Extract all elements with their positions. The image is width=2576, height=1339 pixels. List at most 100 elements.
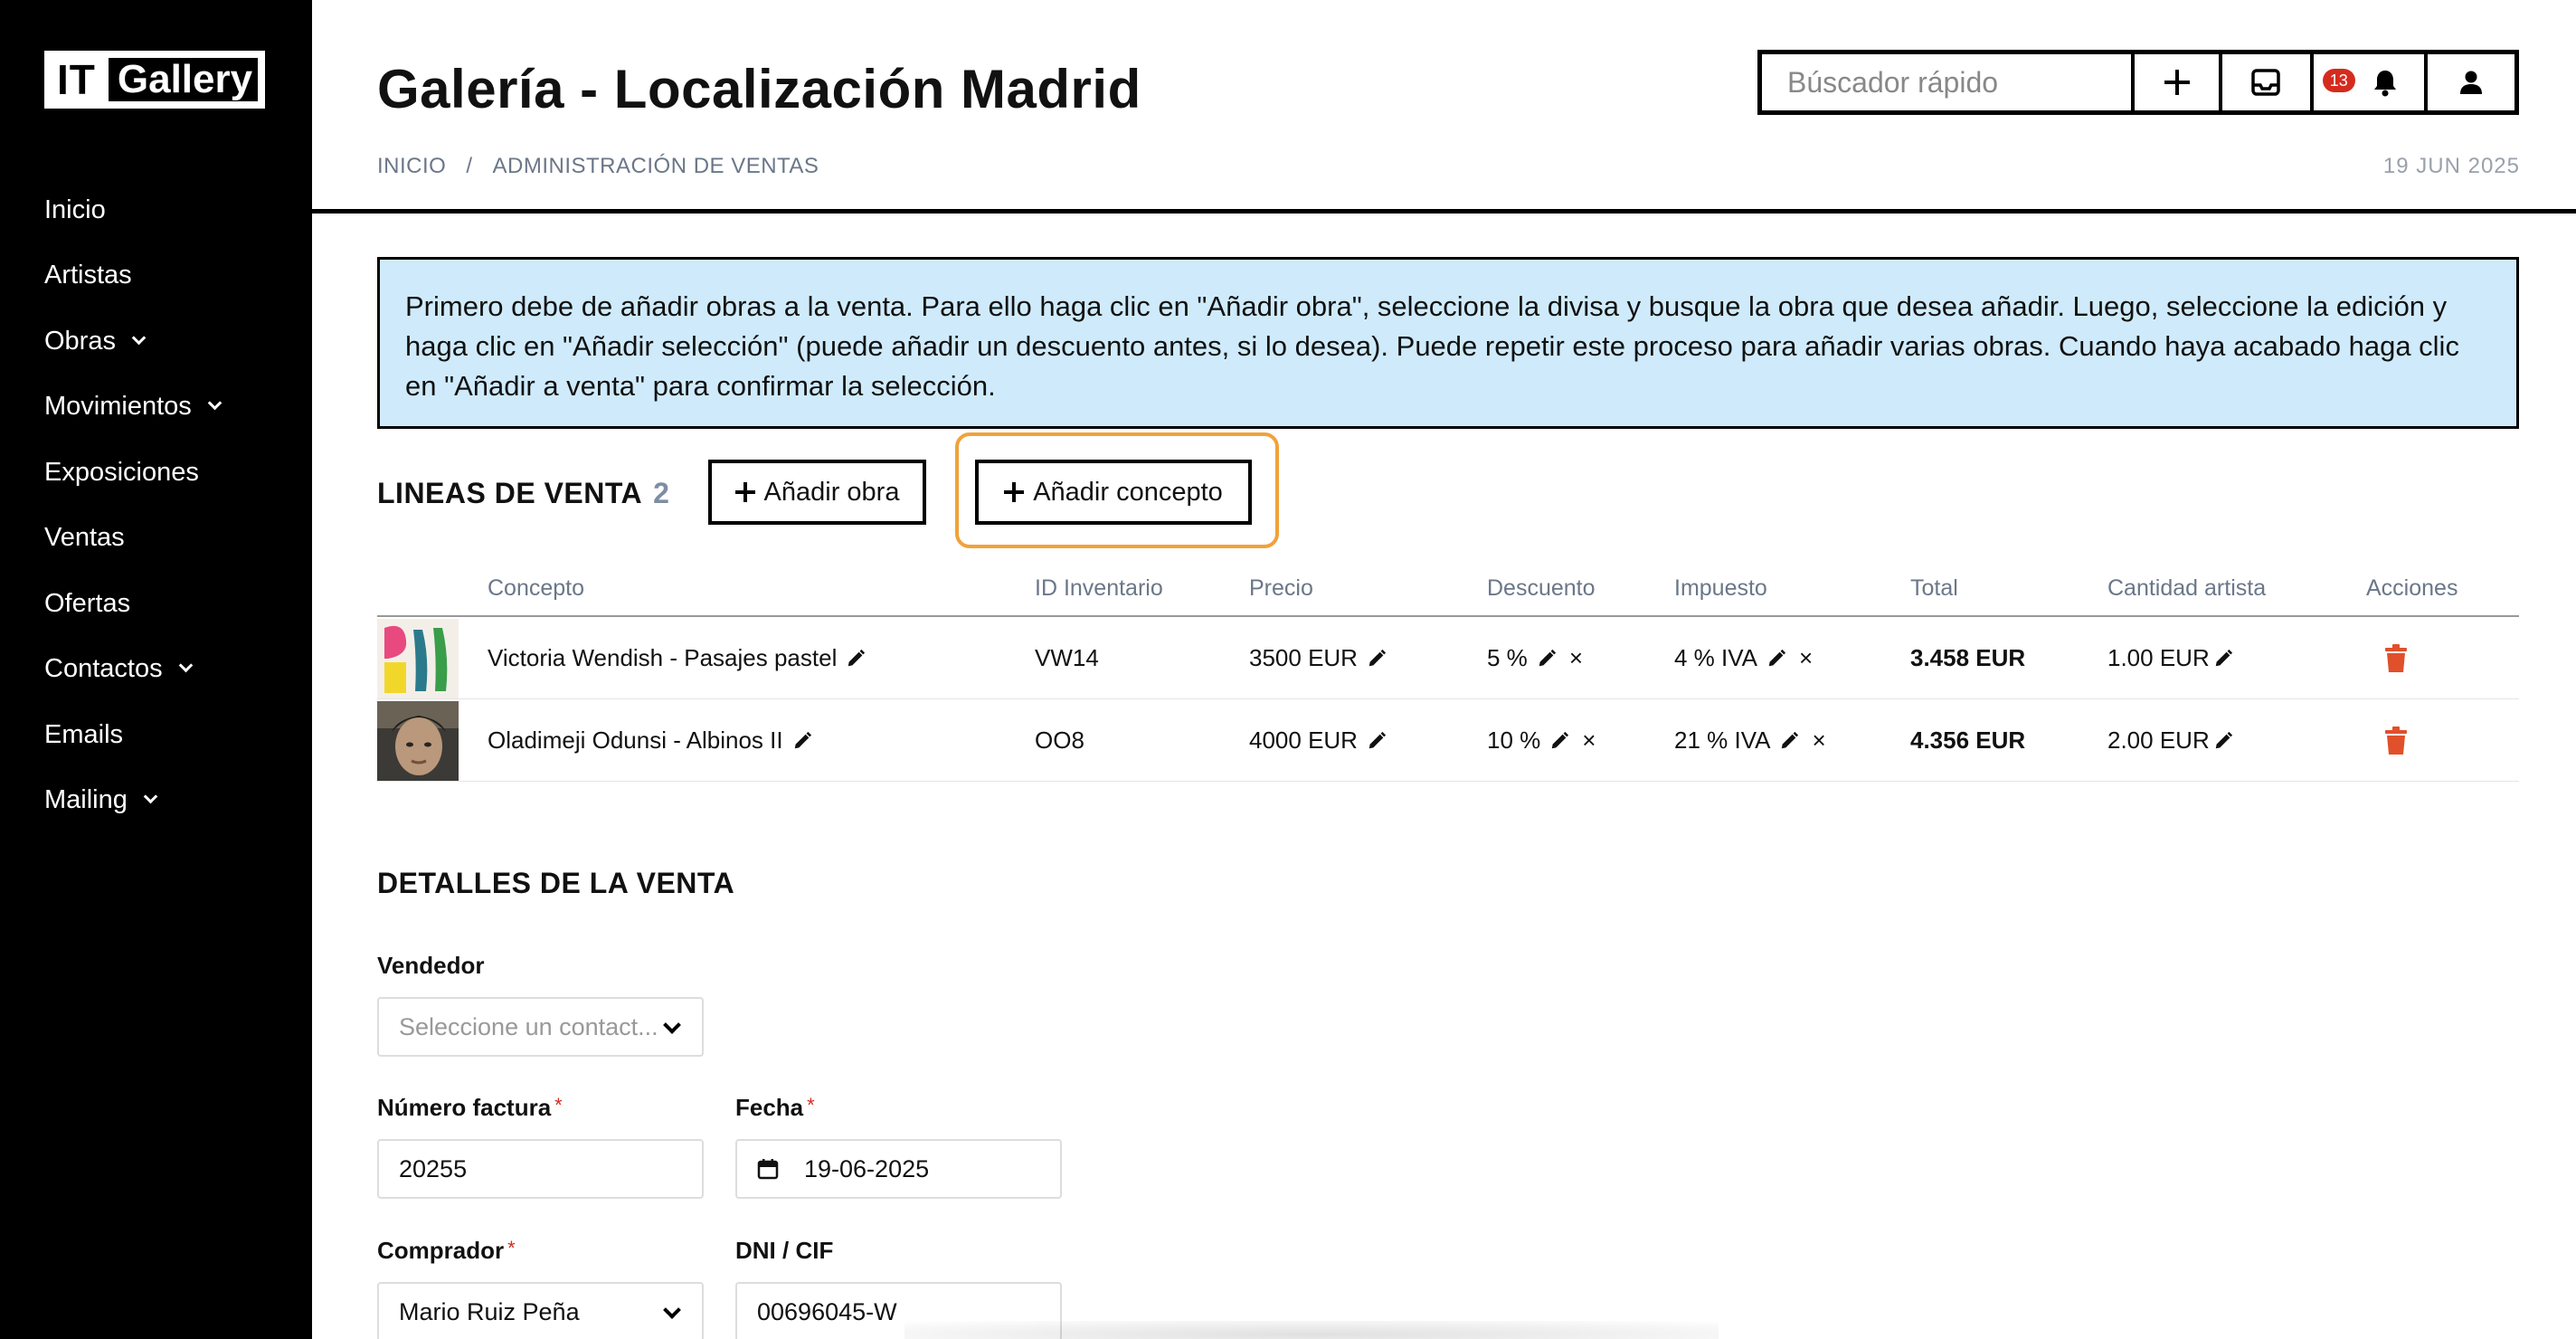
- pencil-icon[interactable]: [1537, 649, 1557, 669]
- tax-cell: 4 % IVA ×: [1674, 617, 1813, 699]
- sidebar-item-label: Contactos: [44, 654, 163, 684]
- sidebar-item-exposiciones[interactable]: Exposiciones: [44, 440, 220, 506]
- sidebar-item-artistas[interactable]: Artistas: [44, 243, 220, 309]
- tax-text: 21 % IVA: [1674, 726, 1771, 754]
- date-input[interactable]: 19-06-2025: [735, 1139, 1062, 1199]
- notifications-button[interactable]: 13: [2314, 54, 2429, 110]
- remove-discount-icon[interactable]: ×: [1569, 644, 1583, 672]
- remove-discount-icon[interactable]: ×: [1582, 726, 1596, 755]
- discount-text: 5 %: [1487, 644, 1528, 671]
- sidebar-item-label: Inicio: [44, 195, 106, 224]
- artwork-thumbnail: [377, 619, 459, 698]
- pencil-icon[interactable]: [1549, 731, 1569, 751]
- remove-tax-icon[interactable]: ×: [1812, 726, 1825, 755]
- sale-details-title: DETALLES DE LA VENTA: [377, 867, 735, 899]
- sale-lines-count: 2: [653, 477, 670, 509]
- sidebar-item-ofertas[interactable]: Ofertas: [44, 571, 220, 637]
- seller-placeholder: Seleccione un contact...: [399, 1012, 658, 1040]
- artist-amount-cell: 2.00 EUR: [2107, 699, 2233, 782]
- breadcrumb: INICIO / ADMINISTRACIÓN DE VENTAS: [377, 154, 819, 179]
- column-header-total: Total: [1910, 575, 1958, 601]
- chevron-down-icon: [143, 789, 158, 804]
- seller-label: Vendedor: [377, 952, 485, 979]
- plus-icon: [1004, 482, 1025, 502]
- price-text: 4000 EUR: [1249, 726, 1358, 754]
- pencil-icon[interactable]: [1367, 649, 1387, 669]
- invoice-number-label: Número factura *: [377, 1094, 563, 1122]
- trash-icon[interactable]: [2384, 643, 2408, 673]
- sidebar-nav: Inicio Artistas Obras Movimientos Exposi…: [44, 177, 223, 834]
- concept-cell: Oladimeji Odunsi - Albinos II: [488, 699, 812, 782]
- calendar-icon: [757, 1159, 779, 1180]
- inventory-id-cell: OO8: [1035, 726, 1084, 754]
- sidebar-item-inicio[interactable]: Inicio: [44, 177, 220, 243]
- quick-search-input[interactable]: Búscador rápido: [1762, 54, 2136, 110]
- chevron-down-icon: [178, 658, 193, 673]
- info-message: Primero debe de añadir obras a la venta.…: [377, 257, 2519, 429]
- buyer-label: Comprador *: [377, 1237, 516, 1265]
- price-text: 3500 EUR: [1249, 644, 1358, 671]
- pencil-icon[interactable]: [792, 731, 812, 751]
- pencil-icon[interactable]: [1779, 731, 1799, 751]
- pencil-icon[interactable]: [1766, 649, 1786, 669]
- sale-lines-title: LINEAS DE VENTA 2: [377, 477, 669, 510]
- trash-icon[interactable]: [2384, 726, 2408, 755]
- add-concept-label: Añadir concepto: [1033, 477, 1223, 507]
- chevron-down-icon: [663, 1016, 681, 1034]
- seller-select[interactable]: Seleccione un contact...: [377, 997, 704, 1057]
- sidebar-item-label: Obras: [44, 326, 116, 356]
- pencil-icon[interactable]: [2213, 731, 2233, 751]
- current-date: 19 JUN 2025: [2382, 154, 2520, 178]
- inbox-button[interactable]: [2222, 54, 2314, 110]
- sidebar-item-obras[interactable]: Obras: [44, 309, 220, 375]
- invoice-number-value: 20255: [399, 1154, 468, 1182]
- date-label: Fecha *: [735, 1094, 815, 1122]
- artist-amount-text: 1.00 EUR: [2107, 644, 2210, 671]
- plus-icon: [2164, 70, 2190, 95]
- required-mark: *: [807, 1094, 815, 1116]
- sidebar-item-label: Emails: [44, 719, 124, 749]
- logo-it: IT: [48, 54, 105, 105]
- column-header-actions: Acciones: [2366, 575, 2458, 601]
- sidebar-item-movimientos[interactable]: Movimientos: [44, 375, 223, 441]
- logo-gallery: Gallery: [104, 54, 262, 105]
- sidebar-item-label: Ofertas: [44, 588, 131, 618]
- breadcrumb-item-inicio[interactable]: INICIO: [377, 154, 446, 178]
- chevron-down-icon: [207, 395, 223, 411]
- actions-cell: [2384, 617, 2408, 699]
- add-button[interactable]: [2135, 54, 2222, 110]
- topbar: Búscador rápido 13: [1757, 50, 2519, 115]
- sidebar-item-contactos[interactable]: Contactos: [44, 637, 220, 703]
- column-header-price: Precio: [1249, 575, 1313, 601]
- sidebar-item-label: Ventas: [44, 523, 125, 553]
- remove-tax-icon[interactable]: ×: [1799, 644, 1813, 672]
- pencil-icon[interactable]: [2213, 649, 2233, 669]
- concept-cell: Victoria Wendish - Pasajes pastel: [488, 617, 866, 699]
- buyer-select[interactable]: Mario Ruiz Peña: [377, 1282, 704, 1339]
- add-work-button[interactable]: Añadir obra: [708, 460, 926, 525]
- buyer-label-text: Comprador: [377, 1237, 505, 1264]
- add-concept-button[interactable]: Añadir concepto: [975, 460, 1252, 525]
- discount-cell: 5 % ×: [1487, 617, 1583, 699]
- total-cell: 4.356 EUR: [1910, 726, 2026, 754]
- sidebar-item-emails[interactable]: Emails: [44, 702, 220, 768]
- page-title: Galería - Localización Madrid: [377, 59, 1141, 119]
- column-header-tax: Impuesto: [1674, 575, 1767, 601]
- scroll-shadow: [904, 1321, 1719, 1339]
- sidebar-item-label: Movimientos: [44, 392, 192, 422]
- price-cell: 4000 EUR: [1249, 699, 1387, 782]
- user-menu-button[interactable]: [2428, 54, 2514, 110]
- breadcrumb-item-ventas[interactable]: ADMINISTRACIÓN DE VENTAS: [493, 154, 819, 178]
- sidebar-item-mailing[interactable]: Mailing: [44, 768, 220, 834]
- sidebar-item-ventas[interactable]: Ventas: [44, 506, 220, 572]
- concept-text: Oladimeji Odunsi - Albinos II: [488, 726, 783, 754]
- required-mark: *: [507, 1237, 516, 1259]
- artist-amount-cell: 1.00 EUR: [2107, 617, 2233, 699]
- pencil-icon[interactable]: [846, 649, 866, 669]
- it-gallery-logo[interactable]: IT Gallery: [44, 51, 266, 109]
- pencil-icon[interactable]: [1367, 731, 1387, 751]
- artwork-thumbnail: [377, 701, 459, 781]
- discount-cell: 10 % ×: [1487, 699, 1596, 782]
- notification-count-badge: 13: [2322, 69, 2355, 92]
- invoice-number-input[interactable]: 20255: [377, 1139, 704, 1199]
